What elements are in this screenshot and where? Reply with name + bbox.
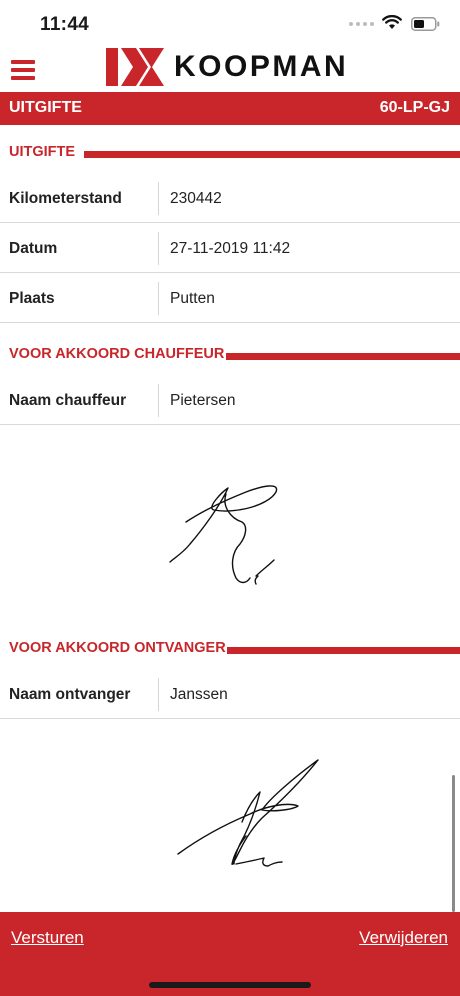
row-plaats: Plaats Putten	[0, 273, 460, 323]
signature-pad-chauffeur[interactable]	[0, 426, 460, 626]
koopman-logo: KOOPMAN	[106, 48, 348, 86]
section-divider	[227, 647, 460, 654]
page-title: UITGIFTE	[9, 99, 82, 116]
section-divider	[226, 353, 460, 360]
row-kilometerstand: Kilometerstand 230442	[0, 173, 460, 223]
home-indicator	[149, 982, 311, 988]
license-plate: 60-LP-GJ	[379, 99, 450, 116]
signal-icon	[349, 22, 374, 26]
hamburger-menu-icon[interactable]	[11, 60, 35, 80]
field-label: Naam chauffeur	[9, 392, 127, 409]
app-header: KOOPMAN	[0, 44, 460, 92]
naam-chauffeur-value[interactable]: Pietersen	[170, 392, 235, 410]
status-time: 11:44	[40, 14, 90, 35]
row-naam-chauffeur: Naam chauffeur Pietersen	[0, 375, 460, 425]
title-bar: UITGIFTE 60-LP-GJ	[0, 92, 460, 125]
datum-value[interactable]: 27-11-2019 11:42	[170, 240, 290, 258]
row-naam-ontvanger: Naam ontvanger Janssen	[0, 669, 460, 719]
battery-icon	[411, 17, 440, 31]
field-label: Datum	[9, 240, 58, 257]
section-header-uitgifte: UITGIFTE	[0, 141, 460, 165]
section-divider	[84, 151, 460, 158]
field-label: Naam ontvanger	[9, 686, 131, 703]
section-title: VOOR AKKOORD ONTVANGER	[9, 640, 226, 656]
send-button[interactable]: Versturen	[11, 928, 84, 948]
section-header-chauffeur: VOOR AKKOORD CHAUFFEUR	[0, 343, 460, 367]
plaats-value[interactable]: Putten	[170, 290, 215, 308]
field-label: Kilometerstand	[9, 190, 122, 207]
section-header-ontvanger: VOOR AKKOORD ONTVANGER	[0, 637, 460, 661]
footer-bar: Versturen Verwijderen	[0, 912, 460, 996]
brand-name: KOOPMAN	[174, 50, 349, 83]
signature-pad-ontvanger[interactable]	[0, 720, 460, 910]
scrollbar[interactable]	[452, 775, 455, 912]
section-title: VOOR AKKOORD CHAUFFEUR	[9, 346, 225, 362]
naam-ontvanger-value[interactable]: Janssen	[170, 686, 228, 704]
delete-button[interactable]: Verwijderen	[359, 928, 448, 948]
koopman-logo-mark	[106, 48, 164, 86]
field-label: Plaats	[9, 290, 55, 307]
section-title: UITGIFTE	[9, 144, 76, 160]
status-bar: 11:44	[0, 0, 460, 44]
row-datum: Datum 27-11-2019 11:42	[0, 223, 460, 273]
wifi-icon	[382, 15, 402, 29]
kilometerstand-value[interactable]: 230442	[170, 190, 222, 208]
